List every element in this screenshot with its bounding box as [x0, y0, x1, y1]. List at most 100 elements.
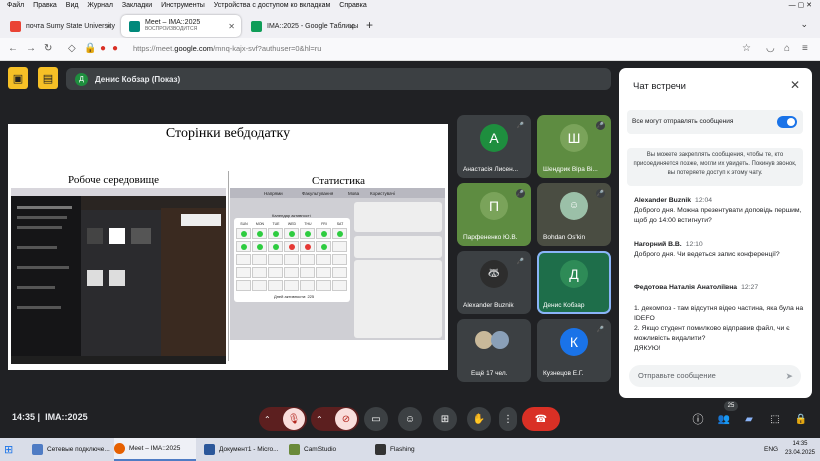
- host-controls-icon[interactable]: 🔒: [793, 407, 809, 431]
- tab-mail[interactable]: почта Sumy State University ✕: [2, 15, 118, 37]
- chat-icon[interactable]: ▰: [741, 407, 757, 431]
- participant-tile[interactable]: Ш 🎤 Шендрик Віра Ві...: [537, 115, 611, 178]
- browser-menubar: Файл Правка Вид Журнал Закладки Инструме…: [0, 0, 820, 12]
- menu-file[interactable]: Файл: [7, 2, 24, 9]
- send-icon[interactable]: ➤: [785, 365, 793, 387]
- close-icon[interactable]: ✕: [348, 22, 355, 31]
- menu-synced-tabs[interactable]: Устройства с доступом ко вкладкам: [214, 2, 331, 9]
- participant-tile[interactable]: ☺ 🎤 Bohdan Os'kin: [537, 183, 611, 246]
- bookmark-star-icon[interactable]: ☆: [742, 43, 751, 54]
- more-participants-tile[interactable]: Ещё 17 чел.: [457, 319, 531, 382]
- participant-name: Анастасія Лисен...: [463, 166, 519, 173]
- tab-label: Meet – IMA::2025: [145, 19, 201, 26]
- info-icon[interactable]: ⓘ: [691, 407, 705, 431]
- chevron-up-icon[interactable]: ⌃: [316, 415, 323, 424]
- menu-tools[interactable]: Инструменты: [161, 2, 205, 9]
- sheets-icon: [251, 20, 262, 32]
- participant-tile[interactable]: 🦝 🎤 Alexander Buznik: [457, 251, 531, 314]
- chat-input[interactable]: Отправьте сообщение ➤: [629, 365, 801, 387]
- taskbar-item[interactable]: Сетевые подключе...: [32, 438, 110, 461]
- participant-tile-speaking[interactable]: Д Денис Кобзар: [537, 251, 611, 314]
- participant-tile[interactable]: К 🎤 Кузнецов Е.Г.: [537, 319, 611, 382]
- meeting-clock: 14:35 | IMA::2025: [12, 412, 88, 422]
- mic-off-icon: 🎤: [516, 121, 525, 130]
- taskbar-item[interactable]: Документ1 - Micro...: [204, 438, 282, 461]
- participant-name: Денис Кобзар: [543, 302, 585, 309]
- url-field[interactable]: https://meet.google.com/mnq-kajx-svf?aut…: [133, 44, 321, 53]
- camera-off-icon[interactable]: ⊘: [335, 408, 357, 430]
- participant-tile[interactable]: П 🎤 Парфененко Ю.В.: [457, 183, 531, 246]
- new-tab-button[interactable]: +: [366, 18, 373, 32]
- chat-permission-row: Все могут отправлять сообщения: [627, 110, 803, 134]
- present-screen-icon[interactable]: ▣: [8, 67, 28, 89]
- mini-nav: Напрями Факультування Мова Користувачі: [230, 188, 445, 198]
- forward-icon[interactable]: →: [26, 43, 36, 54]
- message-text: Доброго дня. Чи ведеться запис конференц…: [634, 251, 780, 259]
- shield-icon[interactable]: ◇: [68, 43, 76, 54]
- reload-icon[interactable]: ↻: [44, 43, 52, 54]
- mic-off-icon: 🎤: [596, 325, 605, 334]
- camera-indicator-icon[interactable]: ●: [100, 43, 106, 54]
- taskbar-item[interactable]: Flashing: [375, 438, 435, 461]
- chevron-up-icon[interactable]: ⌃: [264, 415, 271, 424]
- tab-list-chevron-icon[interactable]: ⌄: [800, 19, 808, 30]
- mini-day-header: SUN: [240, 222, 248, 226]
- mini-start-menu: [11, 196, 81, 356]
- mini-day-cell: [332, 228, 347, 239]
- present-icon[interactable]: ⊞: [433, 407, 457, 431]
- language-indicator[interactable]: ENG: [764, 438, 778, 461]
- menu-help[interactable]: Справка: [339, 2, 366, 9]
- mini-day-cell: [236, 267, 251, 278]
- slide-title: Сторінки вебдодатку: [165, 126, 291, 141]
- mini-stats-box: [354, 236, 442, 258]
- leave-call-button[interactable]: ☎: [522, 407, 560, 431]
- mic-control[interactable]: ⌃ 🎙: [259, 407, 307, 431]
- captions-icon[interactable]: ▭: [364, 407, 388, 431]
- activities-icon[interactable]: ⬚: [767, 407, 783, 431]
- taskbar-item-active[interactable]: Meet – IMA::2025: [114, 438, 196, 461]
- menu-view[interactable]: Вид: [66, 2, 79, 9]
- mini-day-cell: [252, 228, 267, 239]
- close-icon[interactable]: ✕: [790, 78, 800, 92]
- pocket-icon[interactable]: ◡: [766, 43, 775, 54]
- mini-day-cell: [268, 267, 283, 278]
- windows-start-icon[interactable]: ⊞: [4, 438, 13, 461]
- chat-info: Вы можете закреплять сообщения, чтобы те…: [627, 148, 803, 186]
- participant-name: Парфененко Ю.В.: [463, 234, 518, 241]
- lock-icon[interactable]: 🔒: [84, 43, 96, 54]
- permission-toggle[interactable]: [777, 116, 797, 128]
- tab-meet[interactable]: Meet – IMA::2025 ВОСПРОИЗВОДИТСЯ ✕: [121, 15, 241, 37]
- message-author: Нагорний В.В.: [634, 241, 682, 248]
- menu-bookmarks[interactable]: Закладки: [122, 2, 152, 9]
- tab-status: ВОСПРОИЗВОДИТСЯ: [145, 26, 198, 32]
- close-icon[interactable]: ✕: [228, 22, 235, 31]
- system-clock[interactable]: 14:35 23.04.2025: [782, 440, 818, 458]
- mini-day-header: THU: [304, 222, 312, 226]
- menu-icon[interactable]: ≡: [802, 43, 808, 54]
- flashing-icon: [375, 444, 386, 455]
- mini-day-cell: [252, 280, 267, 291]
- close-icon[interactable]: ✕: [105, 22, 112, 31]
- slide-control-icon[interactable]: ▤: [38, 67, 58, 89]
- camstudio-icon: [289, 444, 300, 455]
- navigation-bar: ← → ↻ ◇ 🔒 ● ● https://meet.google.com/mn…: [0, 38, 820, 61]
- more-options-icon[interactable]: ⋮: [499, 407, 517, 431]
- back-icon[interactable]: ←: [8, 43, 18, 54]
- extensions-icon[interactable]: ⌂: [784, 43, 790, 54]
- mini-day-cell: [300, 280, 315, 291]
- menu-edit[interactable]: Правка: [33, 2, 57, 9]
- raise-hand-icon[interactable]: ✋: [467, 407, 491, 431]
- mic-indicator-icon[interactable]: ●: [112, 43, 118, 54]
- mic-off-icon[interactable]: 🎙: [283, 408, 305, 430]
- window-controls[interactable]: — ▢ ✕: [789, 0, 812, 12]
- tab-sheets[interactable]: IMA::2025 - Google Таблицы ✕: [243, 15, 361, 37]
- meet-icon: [129, 20, 140, 32]
- camera-control[interactable]: ⌃ ⊘: [311, 407, 359, 431]
- menu-history[interactable]: Журнал: [87, 2, 113, 9]
- taskbar-item[interactable]: CamStudio: [289, 438, 359, 461]
- presenter-title: Денис Кобзар (Показ): [95, 74, 181, 84]
- message-text: Доброго дня. Можна презентувати доповідь…: [634, 207, 802, 225]
- participant-tile[interactable]: А 🎤 Анастасія Лисен...: [457, 115, 531, 178]
- emoji-icon[interactable]: ☺: [398, 407, 422, 431]
- mini-header: [11, 188, 226, 196]
